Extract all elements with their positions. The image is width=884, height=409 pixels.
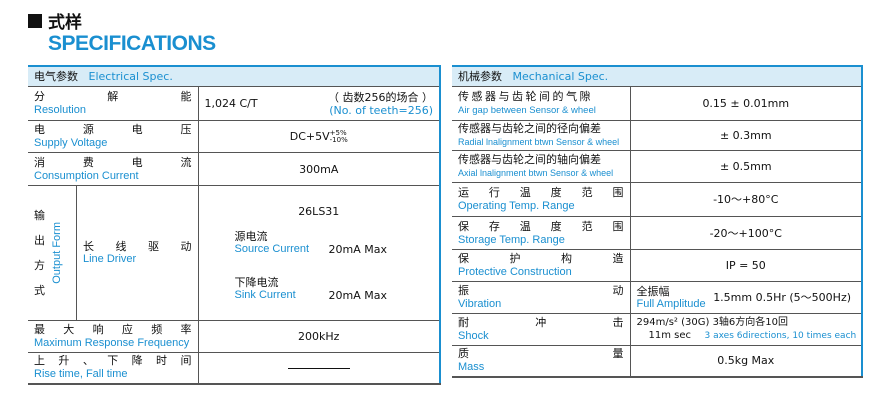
electrical-spec-table: 电气参数 Electrical Spec. 分解能 Resolution 1,0… (28, 65, 441, 385)
max-frequency-value: 200kHz (198, 320, 441, 353)
sink-current-line: 下降电流 Sink Current 20mA Max (234, 275, 387, 302)
mass-value: 0.5kg Max (630, 345, 864, 378)
page-title-zh: 式样 (48, 13, 82, 33)
mass-row: 质量 Mass 0.5kg Max (452, 345, 864, 378)
mass-label-zh: 质量 (458, 347, 624, 361)
consumption-current-row: 消费电流 Consumption Current 300mA (28, 152, 441, 186)
max-frequency-label-zh: 最大响应频率 (34, 323, 192, 336)
mechanical-heading-en: Mechanical Spec. (512, 70, 609, 83)
resolution-note-en: (No. of teeth=256) (329, 103, 433, 117)
axial-label-en: Axial lnalignment btwn Sensor & wheel (458, 168, 614, 178)
protection-label-zh: 保护构造 (458, 252, 624, 265)
radial-label-zh: 传感器与齿轮之间的径向偏差 (458, 122, 601, 135)
mechanical-heading-zh: 机械参数 (458, 70, 502, 83)
electrical-heading-zh: 电气参数 (34, 70, 78, 83)
square-bullet-icon (28, 14, 42, 28)
axial-row: 传感器与齿轮之间的轴向偏差 Axial lnalignment btwn Sen… (452, 150, 864, 183)
rise-fall-value-dash (287, 367, 350, 369)
supply-voltage-value: DC+5V (289, 129, 330, 143)
protection-row: 保护构造 Protective Construction IP = 50 (452, 249, 864, 282)
electrical-heading-row: 电气参数 Electrical Spec. (28, 65, 441, 87)
air-gap-label-en: Air gap between Sensor & wheel (458, 105, 596, 116)
resolution-note-zh: （ 齿数256的场合 ） (328, 90, 433, 104)
air-gap-row: 传感器与齿轮间的气隙 Air gap between Sensor & whee… (452, 86, 864, 121)
supply-voltage-label-zh: 电源电压 (34, 123, 192, 136)
axial-value: ± 0.5mm (630, 150, 864, 183)
mass-label-en: Mass (458, 361, 485, 374)
rise-fall-row: 上升、下降时间 Rise time, Fall time (28, 352, 441, 385)
output-spec-block: 26LS31 源电流 Source Current 20mA Max 下降电流 … (205, 205, 434, 302)
line-driver-label: 长线驱动 Line Driver (83, 240, 192, 265)
operating-temp-row: 运行温度范围 Operating Temp. Range -10～+80°C (452, 182, 864, 217)
resolution-row: 分解能 Resolution 1,024 C/T （ 齿数256的场合 ） (N… (28, 86, 441, 121)
mechanical-heading-row: 机械参数 Mechanical Spec. (452, 65, 864, 87)
supply-voltage-tolerance: +5% -10% (329, 128, 348, 144)
shock-label-zh: 耐冲击 (458, 316, 624, 329)
consumption-label-en: Consumption Current (34, 169, 139, 182)
max-frequency-row: 最大响应频率 Maximum Response Frequency 200kHz (28, 320, 441, 353)
storage-temp-value: -20～+100°C (630, 216, 864, 250)
storage-temp-label-zh: 保存温度范围 (458, 219, 624, 233)
air-gap-label-zh: 传感器与齿轮间的气隙 (458, 90, 593, 103)
resolution-value: 1,024 C/T （ 齿数256的场合 ） (No. of teeth=256… (204, 90, 434, 117)
radial-label-en: Radial lnalignment btwn Sensor & wheel (458, 137, 620, 147)
shock-label-en: Shock (458, 330, 489, 342)
mechanical-spec-table: 机械参数 Mechanical Spec. 传感器与齿轮间的气隙 Air gap… (452, 65, 864, 378)
storage-temp-label-en: Storage Temp. Range (458, 233, 565, 246)
source-current-line: 源电流 Source Current 20mA Max (234, 229, 387, 256)
supply-voltage-label-en: Supply Voltage (34, 137, 108, 149)
operating-temp-label-en: Operating Temp. Range (458, 200, 575, 212)
vibration-value: 全振幅 Full Amplitude 1.5mm 0.5Hr (5～500Hz) (636, 284, 852, 310)
page-title-en: SPECIFICATIONS (48, 32, 216, 55)
supply-voltage-row: 电源电压 Supply Voltage DC+5V+5% -10% (28, 120, 441, 153)
operating-temp-label-zh: 运行温度范围 (458, 186, 624, 199)
rise-fall-label-en: Rise time, Fall time (34, 368, 128, 381)
protection-value: IP = 50 (630, 249, 864, 282)
radial-row: 传感器与齿轮之间的径向偏差 Radial lnalignment btwn Se… (452, 120, 864, 151)
max-frequency-label-en: Maximum Response Frequency (34, 337, 190, 349)
resolution-label-zh: 分解能 (34, 90, 192, 103)
air-gap-value: 0.15 ± 0.01mm (630, 86, 864, 121)
axial-label-zh: 传感器与齿轮之间的轴向偏差 (458, 153, 601, 166)
vibration-row: 振动 Vibration 全振幅 Full Amplitude 1.5mm 0.… (452, 281, 864, 314)
vibration-label-zh: 振动 (458, 284, 624, 297)
driver-chip: 26LS31 (298, 204, 340, 218)
consumption-value: 300mA (198, 152, 441, 186)
protection-label-en: Protective Construction (458, 266, 572, 278)
operating-temp-value: -10～+80°C (630, 182, 864, 217)
output-form-label: 输 出 方 式 Output Form (34, 209, 63, 297)
shock-value: 294m/s² (30G) 3轴6方向各10回 11m sec 3 axes 6d… (636, 317, 857, 341)
electrical-heading-en: Electrical Spec. (88, 70, 173, 83)
vibration-label-en: Vibration (458, 298, 502, 310)
output-form-row: 输 出 方 式 Output Form 长线驱动 Line Driver 26L… (28, 185, 441, 321)
consumption-label-zh: 消费电流 (34, 155, 192, 169)
shock-row: 耐冲击 Shock 294m/s² (30G) 3轴6方向各10回 11m se… (452, 313, 864, 346)
radial-value: ± 0.3mm (630, 120, 864, 151)
storage-temp-row: 保存温度范围 Storage Temp. Range -20～+100°C (452, 216, 864, 250)
rise-fall-label-zh: 上升、下降时间 (34, 354, 192, 368)
resolution-label-en: Resolution (34, 104, 86, 116)
